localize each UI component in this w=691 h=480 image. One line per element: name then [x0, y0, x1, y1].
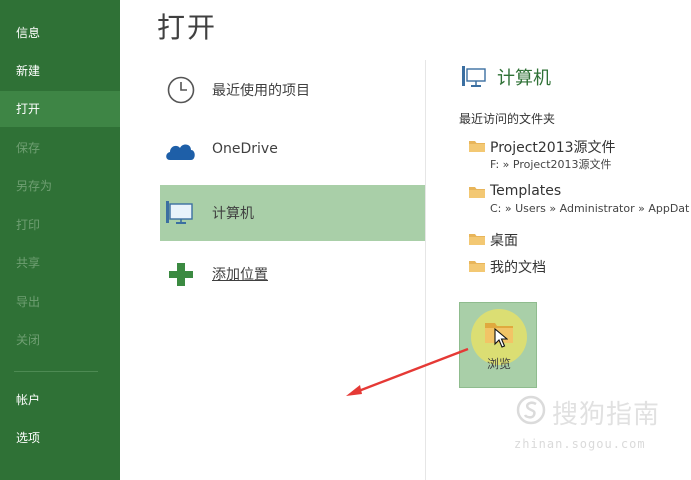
- nav-print[interactable]: 打印: [0, 207, 120, 243]
- folder-name: 桌面: [490, 233, 518, 249]
- folder-icon: [469, 187, 485, 198]
- computer-icon: [462, 66, 486, 87]
- nav-save-as[interactable]: 另存为: [0, 168, 120, 204]
- location-label: 计算机: [212, 206, 254, 222]
- location-label: 最近使用的项目: [212, 83, 310, 99]
- sogou-logo-icon: [516, 395, 546, 425]
- mouse-cursor-icon: [494, 328, 508, 348]
- folder-path: F: » Project2013源文件: [490, 158, 612, 171]
- page-title: 打开: [157, 11, 218, 44]
- column-divider: [425, 60, 426, 480]
- watermark: 搜狗指南 zhinan.sogou.com: [512, 393, 682, 455]
- folder-icon: [469, 234, 485, 245]
- nav-save[interactable]: 保存: [0, 130, 120, 166]
- location-computer[interactable]: 计算机: [160, 185, 425, 241]
- nav-options[interactable]: 选项: [0, 420, 120, 456]
- clock-icon: [167, 76, 195, 104]
- nav-open[interactable]: 打开: [0, 91, 120, 127]
- panel-title: 计算机: [497, 68, 551, 89]
- cloud-icon: [166, 144, 195, 160]
- folder-name: Project2013源文件: [490, 140, 616, 156]
- browse-button[interactable]: 浏览: [459, 302, 537, 388]
- location-label: OneDrive: [212, 141, 278, 157]
- folder-icon: [469, 141, 485, 152]
- folder-icon: [469, 261, 485, 272]
- recent-folders-heading: 最近访问的文件夹: [459, 112, 556, 126]
- watermark-text: 搜狗指南: [552, 400, 661, 430]
- folder-path: C: » Users » Administrator » AppDat: [490, 202, 690, 215]
- nav-share[interactable]: 共享: [0, 245, 120, 281]
- location-add-place[interactable]: 添加位置: [160, 246, 425, 302]
- nav-export[interactable]: 导出: [0, 284, 120, 320]
- nav-close[interactable]: 关闭: [0, 322, 120, 358]
- sidebar-divider: [14, 371, 98, 372]
- computer-icon: [166, 201, 193, 224]
- folder-name: Templates: [490, 183, 562, 199]
- nav-new[interactable]: 新建: [0, 53, 120, 89]
- backstage-sidebar: 信息 新建 打开 保存 另存为 打印 共享 导出 关闭 帐户 选项: [0, 0, 120, 480]
- location-onedrive[interactable]: OneDrive: [160, 123, 425, 179]
- annotation-arrow-icon: [346, 347, 469, 396]
- browse-label: 浏览: [486, 357, 511, 371]
- nav-account[interactable]: 帐户: [0, 382, 120, 418]
- location-label: 添加位置: [212, 267, 268, 283]
- watermark-url: zhinan.sogou.com: [514, 437, 646, 451]
- folder-name: 我的文档: [490, 260, 546, 276]
- location-recent[interactable]: 最近使用的项目: [160, 62, 425, 118]
- nav-info[interactable]: 信息: [0, 15, 120, 51]
- plus-icon: [169, 263, 193, 286]
